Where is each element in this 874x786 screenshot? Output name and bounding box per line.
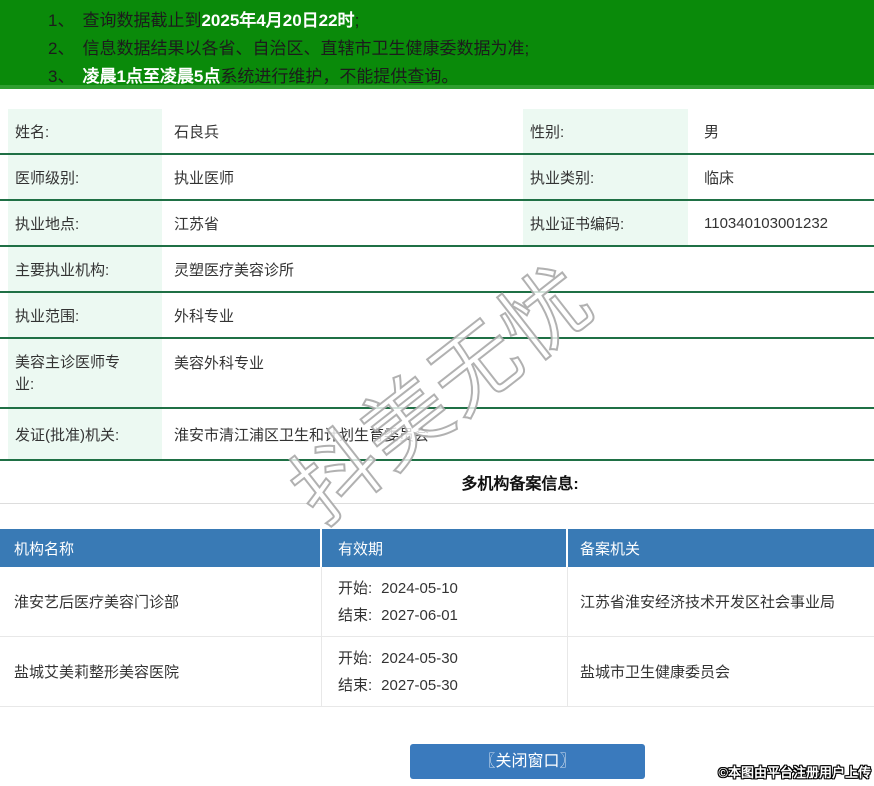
column-header-validity: 有效期 — [322, 529, 568, 567]
practitioner-info-table: 姓名: 石良兵 性别: 男 医师级别: 执业医师 执业类别: 临床 执业地点: … — [0, 109, 874, 461]
practice-location-label: 执业地点: — [8, 201, 162, 245]
issuing-authority-label: 发证(批准)机关: — [8, 409, 162, 459]
info-row-cosmetic-specialty: 美容主诊医师专业: 美容外科专业 — [0, 339, 874, 409]
notice-number: 1、 — [48, 11, 75, 30]
notice-text: 信息数据结果以各省、自治区、直辖市卫生健康委数据为准; — [82, 39, 530, 58]
certificate-number-label: 执业证书编码: — [523, 201, 688, 245]
validity-start: 开始: 2024-05-10 — [338, 579, 458, 597]
notice-number: 3、 — [48, 67, 75, 86]
gender-value: 男 — [704, 123, 720, 141]
info-row-level-category: 医师级别: 执业医师 执业类别: 临床 — [0, 155, 874, 201]
cosmetic-specialty-value: 美容外科专业 — [174, 355, 265, 372]
gender-label: 性别: — [523, 109, 688, 153]
cosmetic-specialty-label: 美容主诊医师专业: — [8, 339, 162, 407]
validity-period: 开始: 2024-05-30 结束: 2027-05-30 — [322, 637, 568, 706]
practice-category-label: 执业类别: — [523, 155, 688, 199]
physician-level-label: 医师级别: — [8, 155, 162, 199]
notice-highlight: 凌晨1点至凌晨5点 — [82, 67, 221, 86]
column-header-institution: 机构名称 — [0, 529, 322, 567]
validity-end: 结束: 2027-05-30 — [338, 676, 458, 694]
upload-attribution-note: ©本图由平台注册用户上传 — [718, 765, 871, 780]
notice-banner: 1、 查询数据截止到2025年4月20日22时; 2、 信息数据结果以各省、自治区、… — [0, 0, 874, 89]
notice-text: 系统进行维护，不能提供查询。 — [220, 67, 459, 86]
section-divider — [0, 503, 874, 504]
info-row-practice-scope: 执业范围: 外科专业 — [0, 293, 874, 339]
validity-start: 开始: 2024-05-30 — [338, 649, 458, 667]
notice-line-2: 2、 信息数据结果以各省、自治区、直辖市卫生健康委数据为准; — [48, 35, 874, 63]
info-row-main-institution: 主要执业机构: 灵塑医疗美容诊所 — [0, 247, 874, 293]
filing-table: 机构名称 有效期 备案机关 淮安艺后医疗美容门诊部 开始: 2024-05-10 … — [0, 529, 874, 707]
notice-text: ; — [354, 11, 360, 30]
institution-name: 盐城艾美莉整形美容医院 — [0, 637, 322, 706]
info-row-location-certno: 执业地点: 江苏省 执业证书编码: 110340103001232 — [0, 201, 874, 247]
info-row-name-gender: 姓名: 石良兵 性别: 男 — [0, 109, 874, 155]
notice-number: 2、 — [48, 39, 75, 58]
table-row: 盐城艾美莉整形美容医院 开始: 2024-05-30 结束: 2027-05-30 … — [0, 637, 874, 707]
notice-text: 查询数据截止到 — [82, 11, 202, 30]
notice-line-1: 1、 查询数据截止到2025年4月20日22时; — [48, 7, 874, 35]
practice-category-value: 临床 — [704, 169, 735, 187]
close-window-button[interactable]: 〖关闭窗口〗 — [410, 744, 645, 779]
practice-scope-value: 外科专业 — [174, 307, 235, 325]
multi-org-section-title: 多机构备案信息: — [461, 476, 579, 493]
main-institution-label: 主要执业机构: — [8, 247, 162, 291]
column-header-authority: 备案机关 — [580, 540, 641, 558]
certificate-number-value: 110340103001232 — [704, 214, 829, 232]
practice-scope-label: 执业范围: — [8, 293, 162, 337]
filing-authority: 江苏省淮安经济技术开发区社会事业局 — [580, 594, 836, 611]
institution-name: 淮安艺后医疗美容门诊部 — [0, 567, 322, 636]
notice-highlight: 2025年4月20日22时 — [201, 11, 355, 30]
filing-table-header: 机构名称 有效期 备案机关 — [0, 529, 874, 567]
name-value: 石良兵 — [174, 123, 220, 141]
notice-line-3: 3、 凌晨1点至凌晨5点系统进行维护，不能提供查询。 — [48, 63, 874, 91]
name-label: 姓名: — [8, 109, 162, 153]
practice-location-value: 江苏省 — [174, 215, 220, 233]
validity-period: 开始: 2024-05-10 结束: 2027-06-01 — [322, 567, 568, 636]
filing-authority: 盐城市卫生健康委员会 — [580, 664, 731, 681]
validity-end: 结束: 2027-06-01 — [338, 606, 458, 624]
main-institution-value: 灵塑医疗美容诊所 — [174, 261, 295, 279]
issuing-authority-value: 淮安市清江浦区卫生和计划生育委员会 — [174, 426, 430, 444]
info-row-issuing-authority: 发证(批准)机关: 淮安市清江浦区卫生和计划生育委员会 — [0, 409, 874, 461]
table-row: 淮安艺后医疗美容门诊部 开始: 2024-05-10 结束: 2027-06-01 … — [0, 567, 874, 637]
physician-level-value: 执业医师 — [174, 169, 235, 187]
